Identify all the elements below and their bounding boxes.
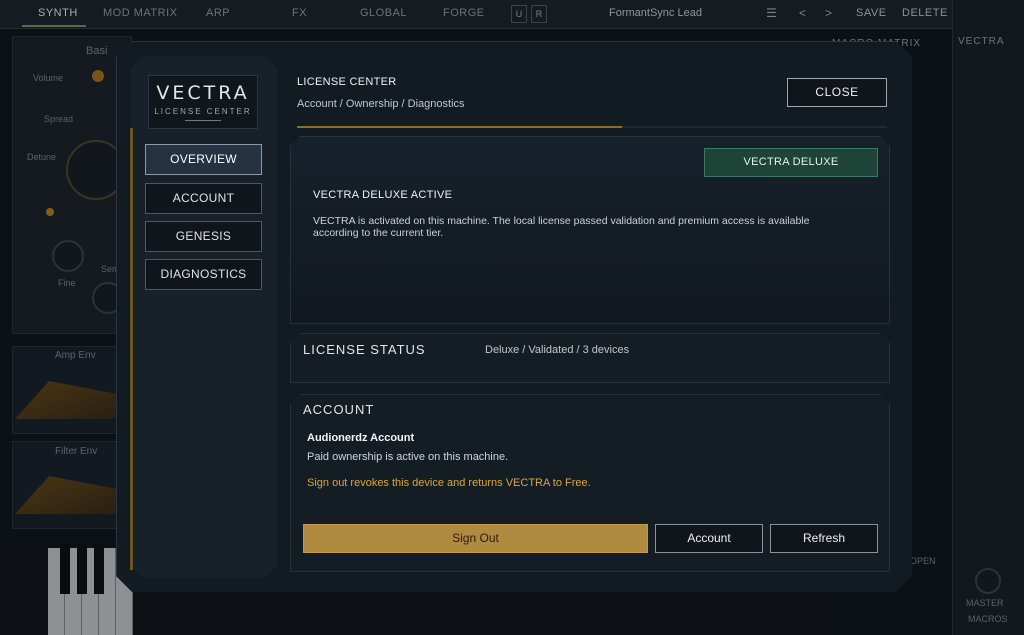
license-active-description: VECTRA is activated on this machine. The… <box>313 215 810 239</box>
mod-dot-icon <box>46 208 54 216</box>
account-button[interactable]: Account <box>655 524 763 553</box>
master-knob[interactable] <box>975 568 1001 594</box>
filter-env-label: Filter Env <box>55 446 98 457</box>
sidebar-item-account[interactable]: ACCOUNT <box>145 183 262 214</box>
osc-toggle-icon[interactable] <box>92 70 104 82</box>
header-progress-bar <box>297 126 887 128</box>
spread-label: Spread <box>44 114 74 124</box>
preset-name[interactable]: FormantSync Lead <box>609 7 702 19</box>
header-progress-fill <box>297 126 622 128</box>
modal-sidebar <box>131 56 277 578</box>
top-bar: SYNTH MOD MATRIX ARP FX GLOBAL FORGE U R… <box>0 0 952 29</box>
tab-forge[interactable]: FORGE <box>443 7 485 19</box>
right-brand: VECTRA <box>958 36 1005 47</box>
account-name: Audionerdz Account <box>307 432 415 444</box>
fine-label: Fine <box>58 278 76 288</box>
brand-title: VECTRA <box>156 82 250 104</box>
sidebar-accent-bar <box>130 128 133 570</box>
brand-logo: VECTRA LICENSE CENTER <box>148 75 258 129</box>
tab-global[interactable]: GLOBAL <box>360 7 407 19</box>
amp-env-label: Amp Env <box>55 350 96 361</box>
piano-key[interactable] <box>77 544 87 594</box>
license-active-title: VECTRA DELUXE ACTIVE <box>313 189 453 201</box>
refresh-button[interactable]: Refresh <box>770 524 878 553</box>
tab-mod-matrix[interactable]: MOD MATRIX <box>103 7 177 19</box>
tab-fx[interactable]: FX <box>292 7 307 19</box>
piano-key[interactable] <box>94 544 104 594</box>
detune-label: Detune <box>27 152 57 162</box>
page-title: LICENSE CENTER <box>297 76 397 88</box>
sign-out-button[interactable]: Sign Out <box>303 524 648 553</box>
open-label[interactable]: OPEN <box>910 556 936 566</box>
osc-label: Basi <box>86 45 108 57</box>
brand-divider <box>185 120 221 121</box>
brand-subtitle: LICENSE CENTER <box>154 107 252 116</box>
delete-button[interactable]: DELETE <box>902 7 948 19</box>
tier-badge: VECTRA DELUXE <box>704 148 878 177</box>
undo-button[interactable]: U <box>511 5 527 23</box>
macros-label: MACROS <box>968 614 1008 624</box>
save-button[interactable]: SAVE <box>856 7 887 19</box>
right-panel <box>952 0 1024 635</box>
chevron-left-icon[interactable]: < <box>799 6 806 20</box>
license-status-card <box>290 333 890 383</box>
sidebar-item-overview[interactable]: OVERVIEW <box>145 144 262 175</box>
sidebar-item-diagnostics[interactable]: DIAGNOSTICS <box>145 259 262 290</box>
breadcrumb: Account / Ownership / Diagnostics <box>297 98 465 110</box>
tab-arp[interactable]: ARP <box>206 7 230 19</box>
redo-button[interactable]: R <box>531 5 547 23</box>
account-description: Paid ownership is active on this machine… <box>307 451 509 463</box>
account-title: ACCOUNT <box>303 402 375 417</box>
master-label: MASTER <box>966 598 1004 608</box>
active-tab-underline <box>22 25 86 27</box>
sign-out-warning: Sign out revokes this device and returns… <box>307 477 591 489</box>
chevron-right-icon[interactable]: > <box>825 6 832 20</box>
license-status-values: Deluxe / Validated / 3 devices <box>485 344 630 356</box>
tab-synth[interactable]: SYNTH <box>38 7 78 19</box>
sidebar-item-genesis[interactable]: GENESIS <box>145 221 262 252</box>
fine-knob[interactable] <box>52 240 84 272</box>
volume-label: Volume <box>33 73 64 83</box>
close-button[interactable]: CLOSE <box>787 78 887 107</box>
piano-key[interactable] <box>60 544 70 594</box>
hamburger-icon[interactable]: ☰ <box>766 6 777 20</box>
license-status-title: LICENSE STATUS <box>303 342 426 357</box>
